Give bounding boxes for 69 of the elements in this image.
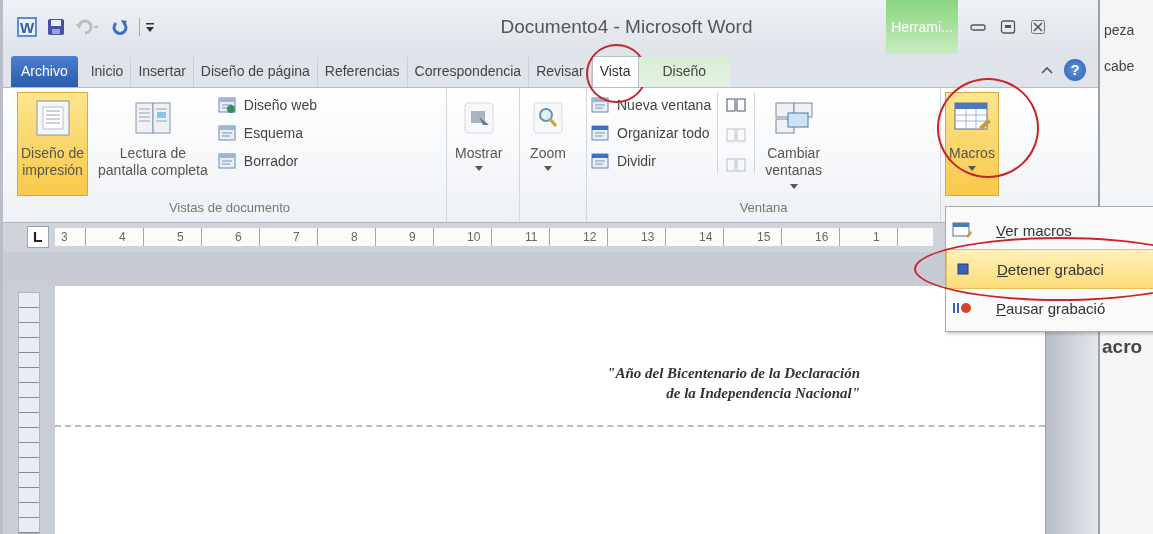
web-page-icon xyxy=(217,95,236,114)
save-icon[interactable] xyxy=(47,18,65,36)
ribbon-button[interactable]: Borrador xyxy=(217,151,317,170)
ribbon-button[interactable]: Nueva ventana xyxy=(591,95,712,114)
maximize-icon[interactable] xyxy=(1000,19,1016,35)
ribbon-button[interactable]: Organizar todo xyxy=(591,123,712,142)
caret-icon xyxy=(474,166,483,172)
ribbon-button[interactable]: Esquema xyxy=(217,123,317,142)
contextual-tab-group: Herrami... xyxy=(886,0,958,54)
window-icon xyxy=(591,95,609,114)
group-label: Ventana xyxy=(738,199,789,217)
document-icon xyxy=(217,151,236,170)
caret-icon xyxy=(544,166,552,172)
word-logo[interactable]: W xyxy=(17,17,37,37)
ribbon-button[interactable]: Macros xyxy=(945,91,999,196)
minimize-icon[interactable] xyxy=(970,21,986,33)
ruler-number: 4 xyxy=(119,230,127,245)
vertical-ruler[interactable] xyxy=(18,292,40,534)
ribbon-tab[interactable]: Insertar xyxy=(131,56,194,87)
header-text: "Año del Bicentenario de la Declaración de la Independencia Nacional" xyxy=(606,364,860,403)
ribbon-button[interactable]: Diseño de impresión xyxy=(17,91,89,196)
collapse-ribbon-icon[interactable] xyxy=(1040,64,1054,75)
help-button[interactable]: ? xyxy=(1064,58,1086,81)
menu-item[interactable]: Ver macros xyxy=(946,211,1153,249)
ribbon-button[interactable]: Mostrar xyxy=(451,91,507,196)
window-text: cabe xyxy=(1103,58,1136,74)
ribbon-tab[interactable]: Inicio xyxy=(83,56,132,87)
ruler-number: 8 xyxy=(351,230,359,245)
ruler-number: 15 xyxy=(757,230,772,245)
ribbon-tab[interactable]: Vista xyxy=(591,55,639,87)
group-label: Vistas de documento xyxy=(167,199,292,217)
ribbon-button[interactable]: Zoom xyxy=(524,91,572,196)
ribbon-tab[interactable]: Diseño xyxy=(638,56,731,87)
ruler-number: 5 xyxy=(177,230,185,245)
ruler-number: 12 xyxy=(583,230,598,245)
window-icon xyxy=(591,151,609,170)
caret-icon xyxy=(967,166,976,172)
ruler-number: 7 xyxy=(293,230,301,245)
ribbon-button[interactable]: Dividir xyxy=(591,151,712,170)
ruler-number: 3 xyxy=(61,230,69,245)
tab-stop-icon[interactable] xyxy=(27,226,49,249)
ruler-number: 6 xyxy=(235,230,243,245)
ribbon-tab[interactable]: Referencias xyxy=(317,56,408,87)
window-text: acro xyxy=(1101,336,1144,358)
ribbon-tab[interactable]: Correspondencia xyxy=(407,56,530,87)
ribbon-button[interactable]: Cambiar ventanas xyxy=(761,91,826,196)
ruler-number: 13 xyxy=(641,230,656,245)
menu-item[interactable]: Detener grabaci xyxy=(946,249,1153,289)
ribbon-tab[interactable]: Archivo xyxy=(11,55,78,87)
ruler-number: 10 xyxy=(467,230,482,245)
horizontal-ruler[interactable]: 3 4 5 6 7 8 9 10 11 12 13 14 15 16 1 xyxy=(55,228,933,247)
ruler-number: 16 xyxy=(815,230,830,245)
ruler-number: 1 xyxy=(873,230,881,245)
ruler-number: 11 xyxy=(525,230,539,245)
window-title: Documento4 - Microsoft Word xyxy=(499,16,754,38)
customize-dropdown-icon[interactable] xyxy=(139,18,156,36)
document-icon xyxy=(217,123,236,142)
caret-icon xyxy=(789,183,798,189)
ribbon-tab[interactable]: Revisar xyxy=(529,56,592,87)
close-icon[interactable] xyxy=(1030,19,1046,35)
window-text: peza xyxy=(1103,22,1136,38)
ruler-number: 9 xyxy=(409,230,417,245)
redo-icon[interactable] xyxy=(111,18,129,36)
ribbon-button[interactable]: Diseño web xyxy=(217,95,317,114)
ribbon-button[interactable]: Lectura de pantalla completa xyxy=(94,91,212,196)
ribbon-tab[interactable]: Diseño de página xyxy=(193,56,318,87)
window-icon xyxy=(591,123,609,142)
ruler-number: 14 xyxy=(699,230,714,245)
table-pencil-icon xyxy=(952,221,972,239)
